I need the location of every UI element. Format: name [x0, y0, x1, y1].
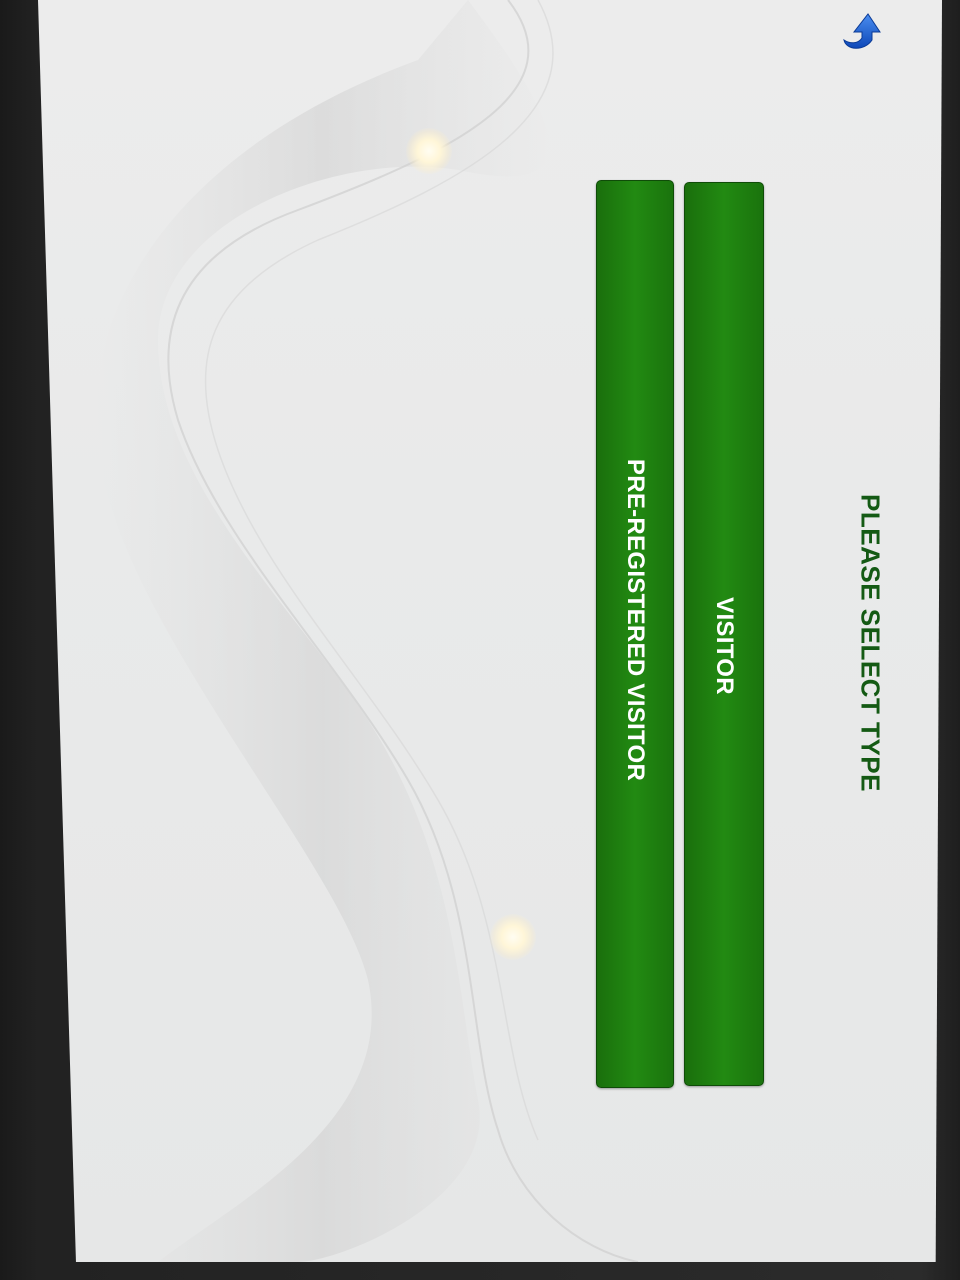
pre-registered-visitor-button[interactable]: PRE-REGISTERED VISITOR — [596, 180, 674, 1088]
back-arrow-icon — [843, 13, 881, 49]
light-glare — [490, 914, 536, 960]
back-button[interactable] — [838, 6, 886, 54]
kiosk-screen: PLEASE SELECT TYPE VISITOR PRE-REGISTERE… — [38, 0, 942, 1262]
page-title: PLEASE SELECT TYPE — [855, 494, 886, 792]
light-glare — [406, 128, 452, 174]
visitor-button-label: VISITOR — [711, 596, 738, 695]
visitor-button[interactable]: VISITOR — [684, 182, 764, 1086]
pre-registered-visitor-button-label: PRE-REGISTERED VISITOR — [622, 458, 649, 781]
background-wave — [95, 0, 639, 1262]
